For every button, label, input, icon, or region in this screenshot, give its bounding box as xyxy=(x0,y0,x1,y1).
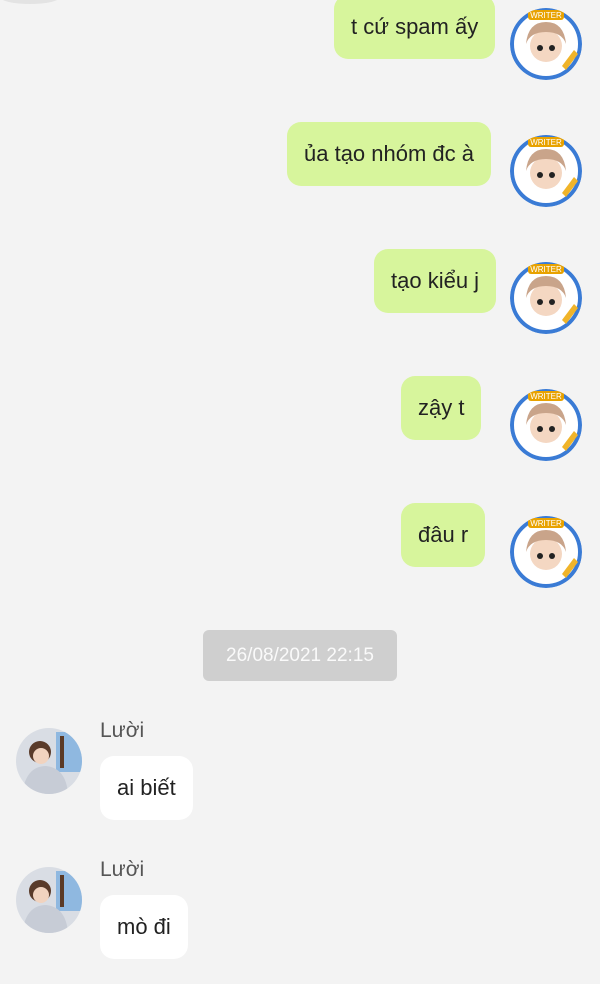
contact-avatar-icon xyxy=(16,728,82,794)
contact-avatar-icon xyxy=(16,867,82,933)
writer-avatar-icon: WRITER xyxy=(510,389,582,461)
writer-avatar-icon: WRITER xyxy=(510,135,582,207)
contact-avatar[interactable] xyxy=(16,728,82,794)
my-avatar[interactable]: WRITER xyxy=(510,389,582,461)
cropped-avatar-edge xyxy=(0,0,60,4)
message-text: ủa tạo nhóm đc à xyxy=(304,141,475,166)
outgoing-message-bubble[interactable]: zậy t xyxy=(401,376,482,440)
message-text: t cứ spam ấy xyxy=(351,14,479,39)
avatar-badge-text: WRITER xyxy=(530,138,562,147)
outgoing-message-bubble[interactable]: đâu r xyxy=(401,503,486,567)
outgoing-message-bubble[interactable]: t cứ spam ấy xyxy=(334,0,496,59)
my-avatar[interactable]: WRITER xyxy=(510,8,582,80)
message-text: zậy t xyxy=(418,395,465,420)
timestamp-text: 26/08/2021 22:15 xyxy=(226,644,374,666)
avatar-badge-text: WRITER xyxy=(530,11,562,20)
incoming-message-bubble[interactable]: mò đi xyxy=(100,895,188,959)
sender-name: Lười xyxy=(100,858,145,881)
incoming-message-bubble[interactable]: ai biết xyxy=(100,756,193,820)
writer-avatar-icon: WRITER xyxy=(510,516,582,588)
timestamp-pill: 26/08/2021 22:15 xyxy=(203,630,397,681)
message-text: đâu r xyxy=(418,522,469,547)
message-text: ai biết xyxy=(117,775,176,800)
writer-avatar-icon: WRITER xyxy=(510,8,582,80)
sender-name: Lười xyxy=(100,719,145,742)
outgoing-message-bubble[interactable]: ủa tạo nhóm đc à xyxy=(287,122,492,186)
avatar-badge-text: WRITER xyxy=(530,265,562,274)
outgoing-message-bubble[interactable]: tạo kiểu j xyxy=(374,249,497,313)
avatar-badge-text: WRITER xyxy=(530,519,562,528)
avatar-badge-text: WRITER xyxy=(530,392,562,401)
contact-avatar[interactable] xyxy=(16,867,82,933)
writer-avatar-icon: WRITER xyxy=(510,262,582,334)
message-text: mò đi xyxy=(117,914,171,939)
my-avatar[interactable]: WRITER xyxy=(510,516,582,588)
chat-view[interactable]: t cứ spam ấy WRITER ủa tạo nhóm đc à WRI… xyxy=(0,0,600,984)
message-text: tạo kiểu j xyxy=(391,268,480,293)
my-avatar[interactable]: WRITER xyxy=(510,262,582,334)
my-avatar[interactable]: WRITER xyxy=(510,135,582,207)
